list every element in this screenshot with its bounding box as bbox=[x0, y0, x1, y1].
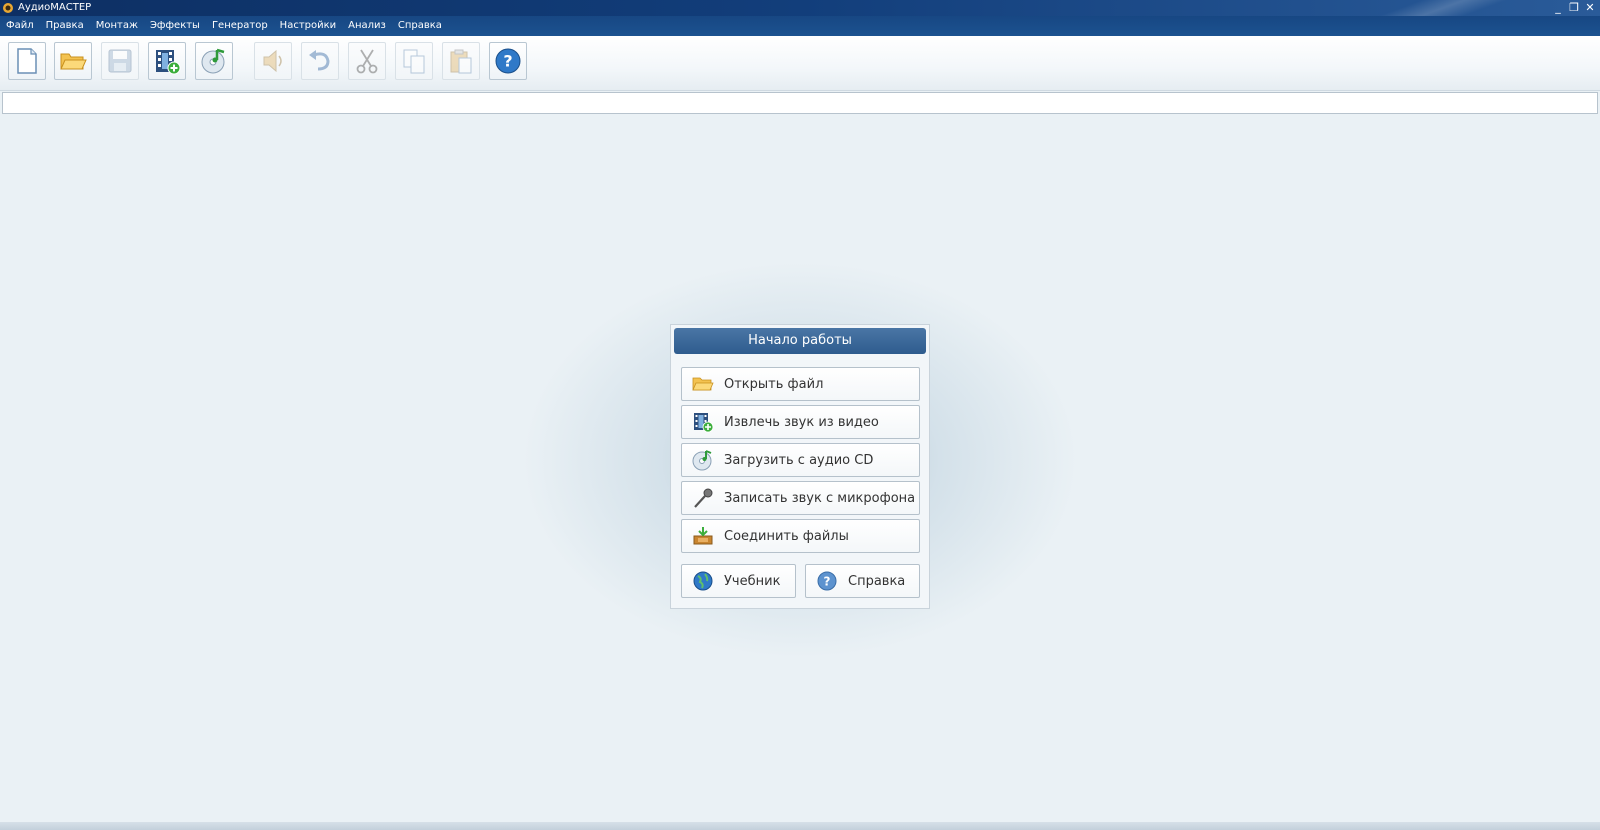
join-files-action-button[interactable]: Соединить файлы bbox=[681, 519, 920, 553]
cut-button[interactable] bbox=[348, 42, 386, 80]
title-bar: АудиоМАСТЕР _ ❐ ✕ bbox=[0, 0, 1600, 16]
load-cd-label: Загрузить с аудио CD bbox=[724, 452, 874, 468]
open-file-label: Открыть файл bbox=[724, 376, 824, 392]
audio-cd-icon bbox=[692, 449, 714, 471]
help-panel-label: Справка bbox=[848, 573, 906, 589]
cut-icon bbox=[356, 49, 378, 74]
audio-cd-button[interactable] bbox=[195, 42, 233, 80]
menu-edit[interactable]: Правка bbox=[46, 16, 84, 36]
play-sound-button[interactable] bbox=[254, 42, 292, 80]
audio-cd-icon bbox=[201, 48, 225, 74]
record-mic-action-button[interactable]: Записать звук с микрофона bbox=[681, 481, 920, 515]
menu-help[interactable]: Справка bbox=[398, 16, 442, 36]
window-title: АудиоМАСТЕР bbox=[18, 2, 92, 13]
menu-settings[interactable]: Настройки bbox=[280, 16, 336, 36]
help-icon: ? bbox=[495, 48, 521, 74]
tutorial-label: Учебник bbox=[724, 573, 781, 589]
extract-audio-label: Извлечь звук из видео bbox=[724, 414, 879, 430]
menu-effects[interactable]: Эффекты bbox=[150, 16, 200, 36]
start-panel-title: Начало работы bbox=[674, 328, 926, 354]
copy-icon bbox=[403, 49, 425, 74]
menu-bar: Файл Правка Монтаж Эффекты Генератор Нас… bbox=[0, 16, 1600, 36]
globe-icon bbox=[692, 570, 714, 592]
title-bar-gloss bbox=[1280, 0, 1540, 16]
microphone-icon bbox=[692, 487, 714, 509]
extract-video-icon bbox=[692, 411, 714, 433]
status-strip bbox=[0, 822, 1600, 830]
load-cd-action-button[interactable]: Загрузить с аудио CD bbox=[681, 443, 920, 477]
record-mic-label: Записать звук с микрофона bbox=[724, 490, 916, 506]
menu-file[interactable]: Файл bbox=[6, 16, 34, 36]
new-file-icon bbox=[17, 48, 37, 74]
play-sound-icon bbox=[263, 49, 282, 73]
extract-video-icon bbox=[156, 50, 181, 75]
restore-button[interactable]: ❐ bbox=[1568, 0, 1580, 16]
help-button[interactable]: ? bbox=[489, 42, 527, 80]
tutorial-button[interactable]: Учебник bbox=[681, 564, 796, 598]
close-button[interactable]: ✕ bbox=[1584, 0, 1596, 16]
extract-audio-action-button[interactable]: Извлечь звук из видео bbox=[681, 405, 920, 439]
path-input[interactable] bbox=[2, 92, 1598, 114]
join-files-icon bbox=[692, 525, 714, 547]
save-icon bbox=[108, 49, 132, 73]
new-file-button[interactable] bbox=[8, 42, 46, 80]
app-logo-icon bbox=[3, 3, 13, 13]
help-icon: ? bbox=[816, 570, 838, 592]
join-files-label: Соединить файлы bbox=[724, 528, 849, 544]
menu-montage[interactable]: Монтаж bbox=[96, 16, 138, 36]
open-folder-icon bbox=[692, 373, 714, 395]
svg-text:?: ? bbox=[503, 52, 512, 71]
paste-icon bbox=[450, 49, 472, 74]
minimize-button[interactable]: _ bbox=[1552, 0, 1564, 16]
menu-generator[interactable]: Генератор bbox=[212, 16, 268, 36]
paste-button[interactable] bbox=[442, 42, 480, 80]
start-panel: Начало работы Открыть файл Извлечь звук … bbox=[670, 324, 930, 609]
help-panel-button[interactable]: ? Справка bbox=[805, 564, 920, 598]
menu-analysis[interactable]: Анализ bbox=[348, 16, 386, 36]
open-file-action-button[interactable]: Открыть файл bbox=[681, 367, 920, 401]
save-button[interactable] bbox=[101, 42, 139, 80]
toolbar: ? bbox=[0, 36, 1600, 91]
undo-button[interactable] bbox=[301, 42, 339, 80]
undo-icon bbox=[309, 50, 330, 71]
open-file-button[interactable] bbox=[54, 42, 92, 80]
copy-button[interactable] bbox=[395, 42, 433, 80]
svg-text:?: ? bbox=[824, 575, 831, 589]
extract-video-button[interactable] bbox=[148, 42, 186, 80]
open-folder-icon bbox=[60, 53, 87, 70]
